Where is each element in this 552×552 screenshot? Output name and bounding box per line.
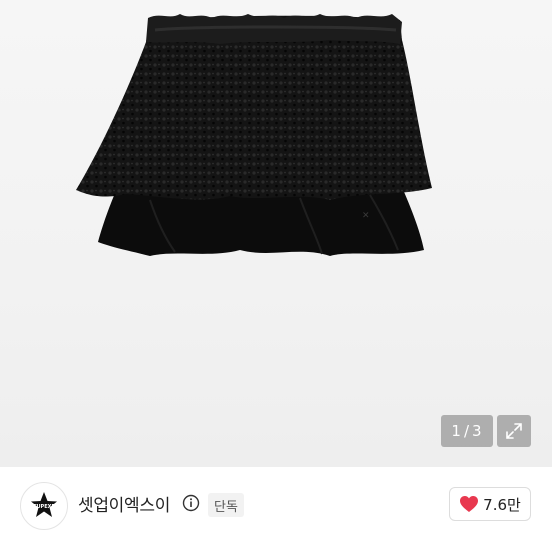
product-image-gallery[interactable]: ✕ 1 / 3 xyxy=(0,0,552,467)
exclusive-badge: 단독 xyxy=(208,493,244,517)
current-page: 1 xyxy=(451,422,462,440)
shop-name[interactable]: 셋업이엑스이 xyxy=(78,491,170,516)
expand-button[interactable] xyxy=(497,415,531,447)
exclusive-badge-label: 단독 xyxy=(214,499,238,515)
shop-logo-text: TUPEXE xyxy=(33,504,55,510)
expand-arrows-icon xyxy=(506,423,522,439)
like-count: 7.6만 xyxy=(483,495,521,514)
like-button[interactable]: 7.6만 xyxy=(449,487,531,521)
total-pages: 3 xyxy=(472,422,483,440)
heart-icon xyxy=(460,496,479,512)
shop-logo-mark: TUPEXE xyxy=(31,492,57,517)
shop-logo[interactable]: TUPEXE xyxy=(20,482,68,530)
info-circle-icon[interactable] xyxy=(182,494,200,516)
svg-text:✕: ✕ xyxy=(362,211,370,221)
page-separator: / xyxy=(463,422,471,440)
page-indicator: 1 / 3 xyxy=(441,415,493,447)
product-image-skirt: ✕ xyxy=(76,14,432,256)
